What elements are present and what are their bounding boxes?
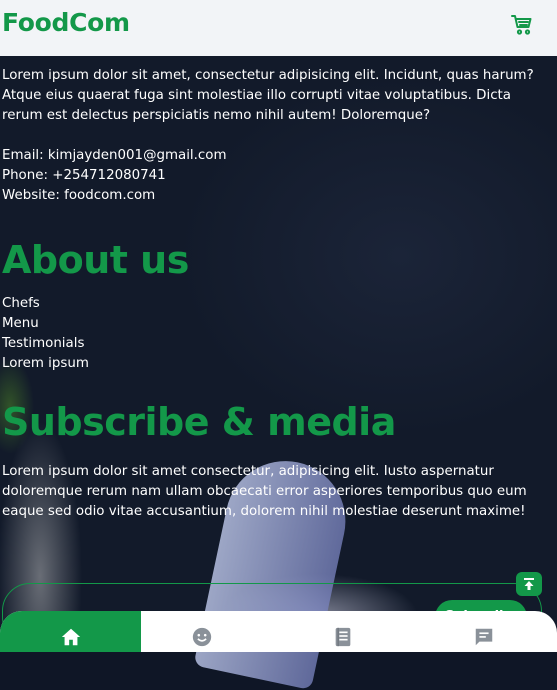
- bottom-navigation: [0, 611, 557, 652]
- smiley-icon: [192, 627, 211, 647]
- contact-website[interactable]: Website: foodcom.com: [2, 186, 547, 206]
- cart-icon[interactable]: [510, 13, 534, 37]
- scroll-to-top-button[interactable]: [516, 572, 542, 596]
- subscribe-title: Subscribe & media: [2, 400, 396, 444]
- contact-phone[interactable]: Phone: +254712080741: [2, 166, 547, 186]
- about-links: Chefs Menu Testimonials Lorem ipsum: [2, 294, 547, 374]
- footer-content: Lorem ipsum dolor sit amet, consectetur …: [2, 66, 547, 522]
- contact-info: Email: kimjayden001@gmail.com Phone: +25…: [2, 146, 547, 206]
- about-title: About us: [2, 238, 189, 282]
- chat-icon: [475, 628, 492, 646]
- about-link-menu[interactable]: Menu: [2, 314, 547, 334]
- brand-logo[interactable]: FoodCom: [2, 8, 130, 37]
- book-icon: [335, 627, 350, 647]
- about-link-lorem[interactable]: Lorem ipsum: [2, 354, 547, 374]
- nav-menu[interactable]: [272, 611, 413, 652]
- nav-home[interactable]: [0, 611, 141, 652]
- home-icon: [61, 628, 80, 646]
- intro-paragraph: Lorem ipsum dolor sit amet, consectetur …: [2, 68, 534, 123]
- about-link-testimonials[interactable]: Testimonials: [2, 334, 547, 354]
- subscribe-paragraph: Lorem ipsum dolor sit amet consectetur, …: [2, 464, 527, 519]
- top-header: FoodCom: [0, 0, 557, 56]
- contact-email[interactable]: Email: kimjayden001@gmail.com: [2, 146, 547, 166]
- about-link-chefs[interactable]: Chefs: [2, 294, 547, 314]
- nav-testimonials[interactable]: [413, 611, 554, 652]
- nav-chefs[interactable]: [131, 611, 272, 652]
- arrow-up-icon: [524, 578, 534, 590]
